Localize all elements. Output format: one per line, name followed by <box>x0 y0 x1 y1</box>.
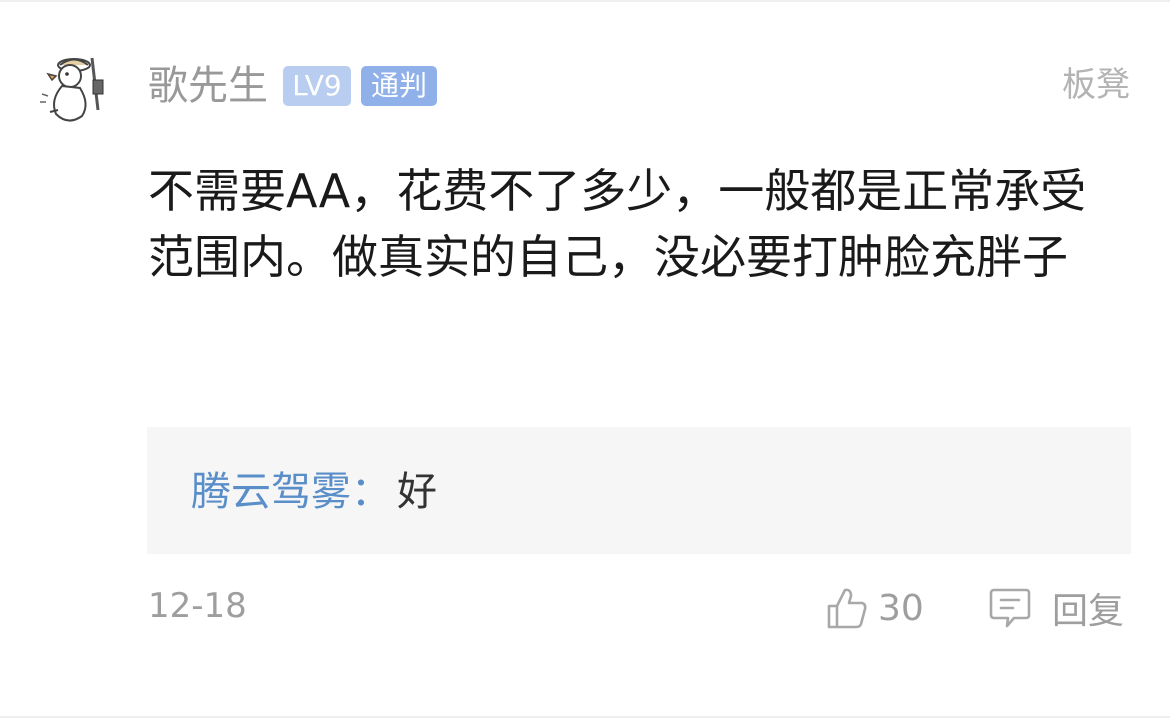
reply-button[interactable]: 回复 <box>988 584 1124 632</box>
avatar[interactable] <box>36 50 116 130</box>
divider-bottom <box>0 716 1170 718</box>
reply-preview-line: 腾云驾雾：好 <box>191 467 437 517</box>
title-badge: 通判 <box>361 66 437 106</box>
comment-date: 12-18 <box>148 586 247 626</box>
reply-separator: ： <box>351 469 391 515</box>
comment-card: 歌先生 LV9 通判 板凳 不需要AA，花费不了多少，一般都是正常承受范围内。做… <box>0 0 1170 722</box>
level-badge: LV9 <box>283 66 351 106</box>
duck-doodle-avatar-icon <box>40 57 104 122</box>
like-button[interactable]: 30 <box>826 584 924 632</box>
comment-bubble-icon <box>988 586 1032 630</box>
reply-author[interactable]: 腾云驾雾 <box>191 469 351 515</box>
username[interactable]: 歌先生 <box>148 60 268 112</box>
divider-top <box>0 0 1170 2</box>
thumbs-up-icon <box>826 586 868 630</box>
reply-label: 回复 <box>1052 591 1125 632</box>
reply-content: 好 <box>397 469 437 515</box>
comment-text: 不需要AA，花费不了多少，一般都是正常承受范围内。做真实的自己，没必要打肿脸充胖… <box>148 164 1087 284</box>
like-count: 30 <box>878 587 924 629</box>
floor-label: 板凳 <box>1062 65 1130 105</box>
reply-preview-box[interactable]: 腾云驾雾：好 <box>147 427 1131 554</box>
